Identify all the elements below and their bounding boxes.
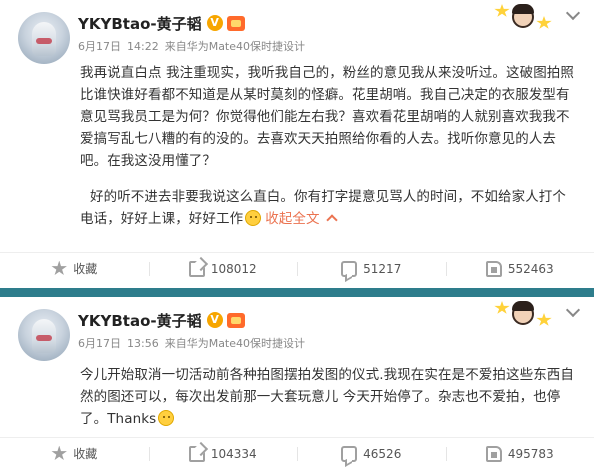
post-paragraph-2-text: 好的听不进去非要我说这么直白。你有打字提意见骂人的时间，不如给家人打个电话，好好… — [80, 189, 566, 227]
star-icon — [51, 445, 67, 461]
post-meta: 6月17日 14:22 来自华为Mate40保时捷设计 — [78, 38, 311, 54]
like-button[interactable]: 495783 — [445, 438, 594, 470]
action-bar: 收藏 104334 46526 495783 — [0, 437, 594, 469]
post-paragraph-1: 我再说直白点 我注重现实，我听我自己的，粉丝的意见我从来没听过。这破图拍照比谁快… — [80, 65, 574, 169]
vip-badge-icon — [226, 15, 245, 31]
avatar-mark — [36, 38, 52, 44]
chevron-down-icon[interactable] — [564, 6, 582, 24]
post-body: 我再说直白点 我注重现实，我听我自己的，粉丝的意见我从来没听过。这破图拍照比谁快… — [80, 62, 578, 230]
like-count: 552463 — [507, 261, 554, 276]
post-time[interactable]: 13:56 — [127, 337, 159, 350]
sticker-star-icon — [536, 313, 552, 326]
favorite-button[interactable]: 收藏 — [0, 253, 149, 285]
profile-sticker — [494, 2, 552, 36]
post-date[interactable]: 6月17日 — [78, 40, 121, 53]
post-date[interactable]: 6月17日 — [78, 337, 121, 350]
favorite-button[interactable]: 收藏 — [0, 438, 149, 470]
post-paragraph-1: 今儿开始取消一切活动前各种拍图摆拍发图的仪式.我现在实在是不爱拍这些东西自然的图… — [80, 367, 574, 427]
like-icon — [485, 445, 502, 462]
comment-button[interactable]: 51217 — [297, 253, 446, 285]
star-icon — [51, 260, 67, 276]
sticker-hair — [512, 301, 534, 311]
share-button[interactable]: 104334 — [148, 438, 298, 470]
like-icon — [485, 260, 502, 277]
comment-count: 46526 — [363, 446, 402, 461]
share-button[interactable]: 108012 — [148, 253, 298, 285]
username[interactable]: YKYBtao-黄子韬 — [78, 310, 202, 331]
post-header: YKYBtao-黄子韬 V — [78, 309, 245, 331]
post-header: YKYBtao-黄子韬 V — [78, 12, 245, 34]
smile-emoji-icon — [245, 210, 262, 226]
chevron-up-icon[interactable] — [325, 214, 338, 226]
share-icon — [188, 260, 205, 277]
post-source: 来自华为Mate40保时捷设计 — [164, 40, 306, 53]
post-paragraph-2: 好的听不进去非要我说这么直白。你有打字提意见骂人的时间，不如给家人打个电话，好好… — [80, 186, 578, 230]
action-bar: 收藏 108012 51217 552463 — [0, 252, 594, 284]
post-meta: 6月17日 13:56 来自华为Mate40保时捷设计 — [78, 335, 311, 351]
chevron-down-icon[interactable] — [564, 303, 582, 321]
post-source: 来自华为Mate40保时捷设计 — [164, 337, 306, 350]
verified-icon: V — [206, 312, 223, 328]
share-count: 108012 — [210, 261, 257, 276]
sticker-hair — [512, 4, 534, 14]
comment-count: 51217 — [363, 261, 402, 276]
comment-icon — [341, 445, 358, 462]
smile-emoji-icon — [158, 410, 175, 426]
username[interactable]: YKYBtao-黄子韬 — [78, 13, 202, 34]
share-count: 104334 — [210, 446, 257, 461]
sticker-star-icon — [536, 16, 552, 29]
share-icon — [188, 445, 205, 462]
favorite-label: 收藏 — [73, 447, 98, 461]
avatar-mark — [36, 335, 52, 341]
post-time[interactable]: 14:22 — [127, 40, 159, 53]
weibo-post-1: YKYBtao-黄子韬 V 6月17日 14:22 来自华为Mate40保时捷设计 … — [0, 0, 594, 288]
comment-button[interactable]: 46526 — [297, 438, 446, 470]
verified-icon: V — [206, 15, 223, 31]
like-count: 495783 — [507, 446, 554, 461]
avatar[interactable] — [18, 309, 70, 361]
sticker-star-icon — [494, 4, 510, 17]
sticker-star-icon — [494, 301, 510, 314]
collapse-fulltext-link[interactable]: 收起全文 — [265, 211, 319, 227]
comment-icon — [341, 260, 358, 277]
like-button[interactable]: 552463 — [445, 253, 594, 285]
profile-sticker — [494, 299, 552, 333]
favorite-label: 收藏 — [73, 262, 98, 276]
post-divider — [0, 288, 594, 297]
avatar[interactable] — [18, 12, 70, 64]
vip-badge-icon — [226, 312, 245, 328]
post-body: 今儿开始取消一切活动前各种拍图摆拍发图的仪式.我现在实在是不爱拍这些东西自然的图… — [80, 364, 578, 430]
